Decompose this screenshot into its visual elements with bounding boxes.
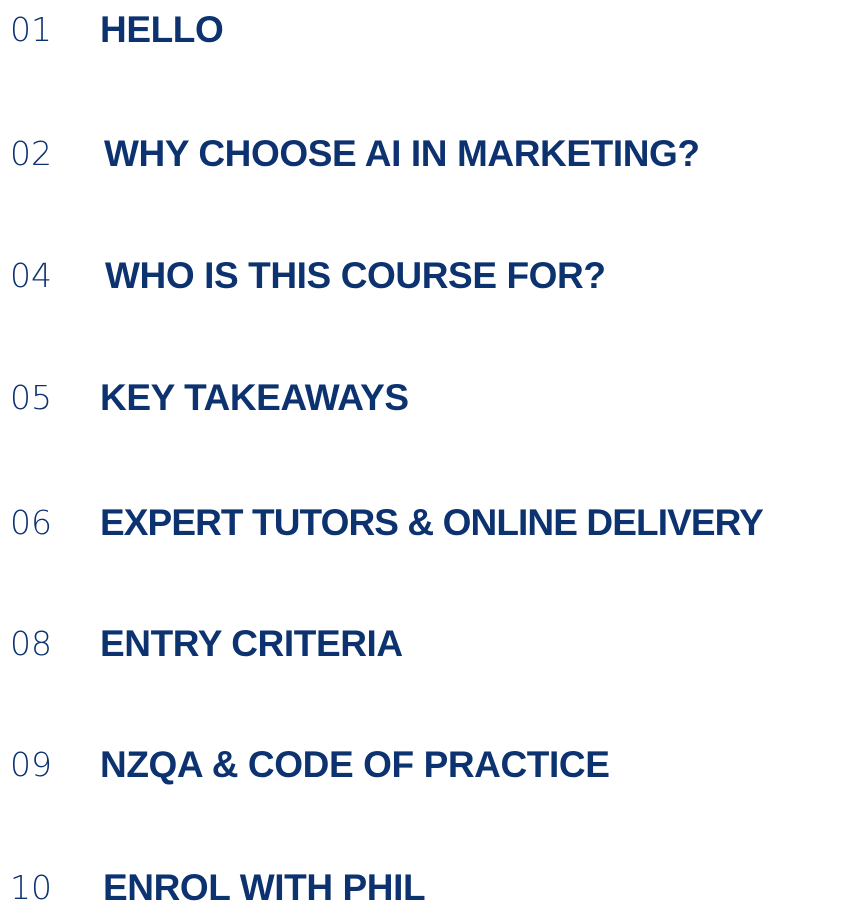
toc-item-title: WHO IS THIS COURSE FOR? <box>105 255 606 296</box>
toc-item-hello[interactable]: 01 HELLO <box>0 0 850 60</box>
toc-item-title: ENTRY CRITERIA <box>100 623 403 664</box>
toc-item-number: 10 <box>10 868 52 907</box>
toc-item-number: 06 <box>10 503 52 542</box>
toc-item-entry-criteria[interactable]: 08 ENTRY CRITERIA <box>0 614 850 674</box>
toc-item-title: EXPERT TUTORS & ONLINE DELIVERY <box>100 502 764 543</box>
toc-item-why-choose-ai[interactable]: 02 WHY CHOOSE AI IN MARKETING? <box>0 124 850 184</box>
toc-item-nzqa[interactable]: 09 NZQA & CODE OF PRACTICE <box>0 735 850 795</box>
toc-item-number: 08 <box>10 624 52 663</box>
toc-item-title: HELLO <box>100 9 224 50</box>
toc-item-number: 05 <box>10 378 52 417</box>
toc-item-number: 09 <box>10 745 52 784</box>
toc-item-enrol-with-phil[interactable]: 10 ENROL WITH PHIL <box>0 858 850 918</box>
toc-item-key-takeaways[interactable]: 05 KEY TAKEAWAYS <box>0 368 850 428</box>
toc-item-title: KEY TAKEAWAYS <box>100 377 409 418</box>
toc-item-number: 04 <box>10 256 52 295</box>
toc-item-title: WHY CHOOSE AI IN MARKETING? <box>104 133 700 174</box>
toc-item-expert-tutors[interactable]: 06 EXPERT TUTORS & ONLINE DELIVERY <box>0 493 850 553</box>
toc-item-who-is-this-for[interactable]: 04 WHO IS THIS COURSE FOR? <box>0 246 850 306</box>
table-of-contents: 01 HELLO 02 WHY CHOOSE AI IN MARKETING? … <box>0 0 850 908</box>
toc-item-number: 02 <box>10 134 52 173</box>
toc-item-title: NZQA & CODE OF PRACTICE <box>100 744 610 785</box>
toc-item-number: 01 <box>10 10 52 49</box>
toc-item-title: ENROL WITH PHIL <box>103 867 426 908</box>
